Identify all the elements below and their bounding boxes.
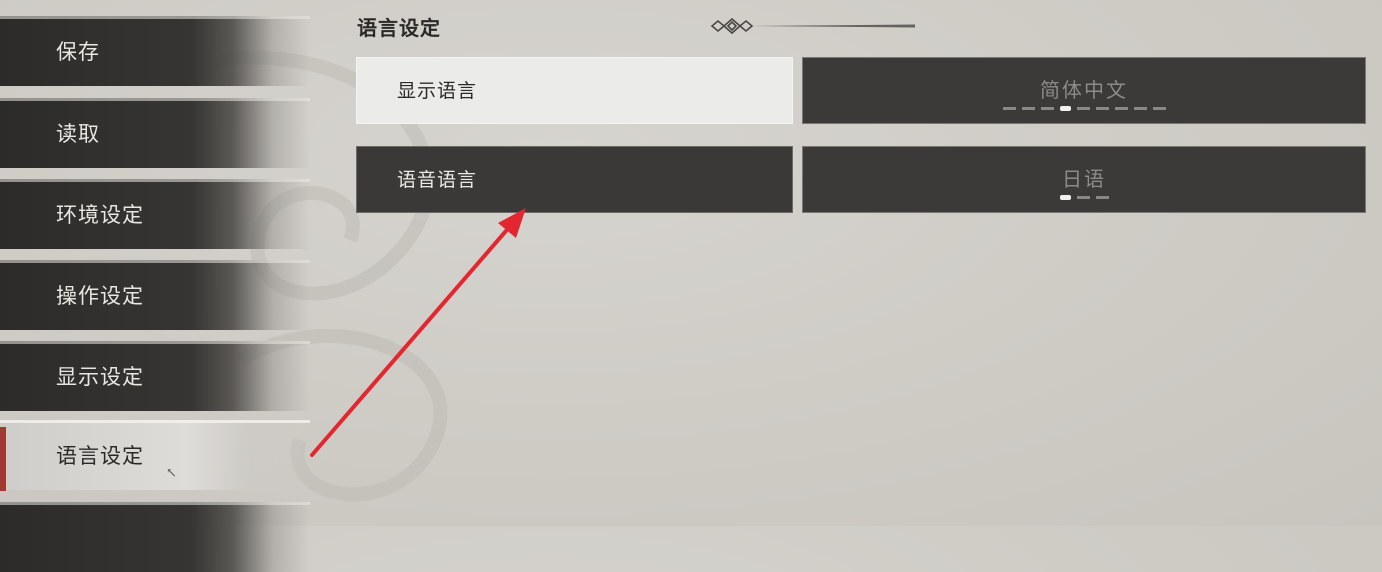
option-page-indicator [803, 106, 1365, 111]
indicator-dot [1021, 107, 1035, 110]
option-voice-language-label[interactable]: 语音语言 [356, 146, 793, 213]
sidebar-item-control-settings[interactable]: 操作设定 [0, 260, 310, 330]
indicator-dot [1095, 196, 1109, 199]
section-title: 语言设定 [357, 16, 441, 40]
option-voice-language-selector[interactable]: 日语 [802, 146, 1366, 213]
sidebar-item-partial[interactable] [0, 502, 310, 572]
indicator-dot [1133, 107, 1147, 110]
sidebar-item-label: 读取 [56, 122, 100, 146]
sidebar-item-environment-settings[interactable]: 环境设定 [0, 179, 310, 249]
option-value-text: 日语 [1062, 167, 1106, 191]
indicator-dot-selected [1059, 195, 1071, 200]
title-ornament-icon [710, 17, 915, 35]
option-page-indicator [803, 195, 1365, 200]
sidebar-item-load[interactable]: 读取 [0, 98, 310, 168]
active-marker [0, 427, 6, 491]
indicator-dot [1152, 107, 1166, 110]
sidebar-item-label: 显示设定 [56, 365, 144, 389]
sidebar-item-save[interactable]: 保存 [0, 16, 310, 86]
sidebar-item-label: 环境设定 [56, 203, 144, 227]
indicator-dot [1040, 107, 1054, 110]
sidebar-item-label: 语言设定 [56, 444, 144, 468]
indicator-dot [1076, 107, 1090, 110]
indicator-dot [1095, 107, 1109, 110]
mouse-cursor-icon: ↖ [166, 466, 177, 481]
indicator-dot [1114, 107, 1128, 110]
sidebar-item-label: 保存 [56, 40, 100, 64]
sidebar-item-label: 操作设定 [56, 284, 144, 308]
option-display-language-selector[interactable]: 简体中文 [802, 57, 1366, 124]
sidebar-item-language-settings[interactable]: 语言设定 ↖ [0, 420, 310, 491]
sidebar-item-display-settings[interactable]: 显示设定 [0, 341, 310, 411]
option-value-text: 简体中文 [1040, 78, 1128, 102]
option-display-language-label[interactable]: 显示语言 [356, 57, 793, 124]
indicator-dot-selected [1059, 106, 1071, 111]
option-label-text: 显示语言 [397, 80, 478, 102]
indicator-dot [1002, 107, 1016, 110]
option-label-text: 语音语言 [397, 169, 478, 191]
indicator-dot [1076, 196, 1090, 199]
